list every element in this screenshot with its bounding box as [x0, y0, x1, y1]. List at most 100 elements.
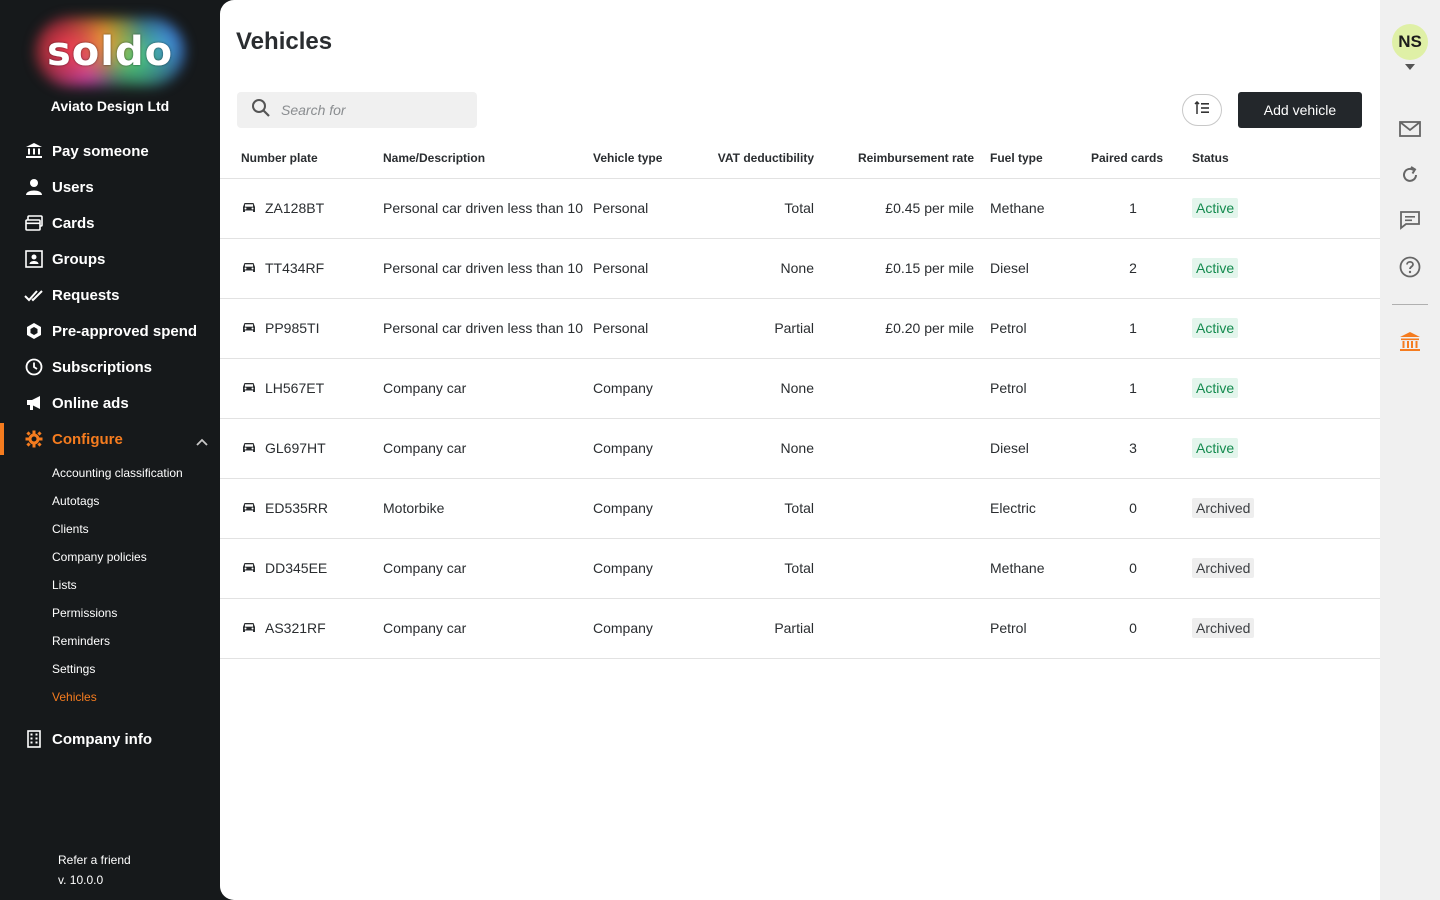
col-vat-deductibility[interactable]: VAT deductibility — [718, 151, 814, 165]
nav-item-configure[interactable]: Configure — [0, 421, 220, 457]
status-badge: Active — [1192, 258, 1239, 278]
sub-item-permissions[interactable]: Permissions — [0, 599, 220, 627]
groups-icon — [24, 249, 44, 269]
table-row[interactable]: DD345EE Company car Company Total Methane 0 Ar… — [220, 539, 1380, 599]
car-icon — [242, 261, 256, 277]
nav-item-groups[interactable]: Groups — [0, 241, 220, 277]
status-badge: Archived — [1192, 558, 1255, 578]
cell-name-description: Company car — [383, 620, 467, 636]
cell-paired-cards: 1 — [1129, 200, 1137, 216]
table-row[interactable]: ZA128BT Personal car driven less than 10 P… — [220, 179, 1380, 239]
car-icon — [242, 381, 256, 397]
nav-item-subscriptions[interactable]: Subscriptions — [0, 349, 220, 385]
status-badge: Active — [1192, 198, 1239, 218]
sub-item-settings[interactable]: Settings — [0, 655, 220, 683]
cell-vat-deductibility: Total — [784, 200, 814, 216]
cell-fuel-type: Methane — [990, 200, 1045, 216]
soldo-logo[interactable]: soldo — [0, 14, 220, 90]
nav-item-pay-someone[interactable]: Pay someone — [0, 133, 220, 169]
col-reimbursement-rate[interactable]: Reimbursement rate — [858, 151, 974, 165]
sub-item-accounting-classification[interactable]: Accounting classification — [0, 459, 220, 487]
search-input[interactable] — [281, 102, 471, 118]
nav-label: Online ads — [52, 394, 129, 412]
cell-paired-cards: 0 — [1129, 560, 1137, 576]
nav-item-requests[interactable]: Requests — [0, 277, 220, 313]
mail-icon[interactable] — [1398, 117, 1422, 141]
nav-label: Configure — [52, 430, 123, 448]
nav-label: Pre-approved spend — [52, 322, 198, 340]
cell-vehicle-type: Personal — [593, 260, 649, 276]
main-content: Vehicles Add vehicle Number plate Name/D… — [220, 0, 1380, 900]
chevron-up-icon[interactable] — [196, 433, 208, 450]
table-row[interactable]: LH567ET Company car Company None Petrol 1 Acti… — [220, 359, 1380, 419]
cell-paired-cards: 1 — [1129, 320, 1137, 336]
user-avatar[interactable]: NS — [1392, 24, 1428, 60]
status-badge: Active — [1192, 318, 1239, 338]
rail-divider — [1392, 304, 1428, 305]
cell-number-plate: DD345EE — [265, 560, 328, 576]
cell-fuel-type: Diesel — [990, 260, 1029, 276]
car-icon — [242, 441, 256, 457]
cell-vat-deductibility: None — [780, 380, 814, 396]
sub-item-lists[interactable]: Lists — [0, 571, 220, 599]
table-row[interactable]: TT434RF Personal car driven less than 10 P… — [220, 239, 1380, 299]
car-icon — [242, 561, 256, 577]
car-icon — [242, 201, 256, 217]
cell-vehicle-type: Personal — [593, 320, 649, 336]
sub-item-vehicles[interactable]: Vehicles — [0, 683, 220, 711]
cell-fuel-type: Methane — [990, 560, 1045, 576]
nav-label: Company info — [52, 730, 152, 748]
nav-label: Pay someone — [52, 142, 149, 160]
cell-name-description: Personal car driven less than 10 — [383, 200, 583, 216]
nav-label: Requests — [52, 286, 120, 304]
col-fuel-type[interactable]: Fuel type — [990, 151, 1043, 165]
table-row[interactable]: AS321RF Company car Company Partial Petrol 0 A… — [220, 599, 1380, 659]
nav-label: Groups — [52, 250, 106, 268]
table-row[interactable]: GL697HT Company car Company None Diesel 3 Acti… — [220, 419, 1380, 479]
cell-number-plate: LH567ET — [265, 380, 325, 396]
chat-icon[interactable] — [1398, 208, 1422, 232]
nav-item-online-ads[interactable]: Online ads — [0, 385, 220, 421]
cell-fuel-type: Petrol — [990, 320, 1027, 336]
cell-fuel-type: Diesel — [990, 440, 1029, 456]
refer-a-friend-link[interactable]: Refer a friend — [58, 850, 131, 870]
refresh-icon[interactable] — [1398, 163, 1422, 187]
bank-icon[interactable] — [1398, 330, 1422, 354]
bank-transfer-icon — [24, 141, 44, 161]
sort-button[interactable] — [1182, 94, 1222, 126]
cell-name-description: Company car — [383, 440, 467, 456]
table-row[interactable]: ED535RR Motorbike Company Total Electric 0 Arc… — [220, 479, 1380, 539]
col-vehicle-type[interactable]: Vehicle type — [593, 151, 662, 165]
table-row[interactable]: PP985TI Personal car driven less than 10 P… — [220, 299, 1380, 359]
status-badge: Archived — [1192, 618, 1255, 638]
building-icon — [24, 729, 44, 749]
table-header: Number plate Name/Description Vehicle ty… — [220, 140, 1380, 179]
cell-vat-deductibility: Partial — [774, 320, 814, 336]
search-box[interactable] — [237, 92, 477, 128]
nav-label: Users — [52, 178, 94, 196]
car-icon — [242, 621, 256, 637]
sub-item-clients[interactable]: Clients — [0, 515, 220, 543]
caret-down-icon[interactable] — [1405, 64, 1415, 70]
col-paired-cards[interactable]: Paired cards — [1091, 151, 1163, 165]
cell-number-plate: AS321RF — [265, 620, 326, 636]
gear-icon — [24, 429, 44, 449]
nav-item-users[interactable]: Users — [0, 169, 220, 205]
cell-vehicle-type: Company — [593, 500, 653, 516]
col-status[interactable]: Status — [1192, 151, 1229, 165]
add-vehicle-button[interactable]: Add vehicle — [1238, 92, 1362, 128]
col-name-description[interactable]: Name/Description — [383, 151, 485, 165]
cell-reimbursement-rate: £0.20 per mile — [885, 320, 974, 336]
help-icon[interactable] — [1398, 255, 1422, 279]
sub-item-autotags[interactable]: Autotags — [0, 487, 220, 515]
cell-vat-deductibility: Total — [784, 560, 814, 576]
cell-name-description: Company car — [383, 380, 467, 396]
sidebar: soldo Aviato Design Ltd Pay someone User… — [0, 0, 220, 900]
nav-item-pre-approved-spend[interactable]: Pre-approved spend — [0, 313, 220, 349]
col-number-plate[interactable]: Number plate — [241, 151, 318, 165]
nav-item-company-info[interactable]: Company info — [0, 721, 220, 757]
sub-item-reminders[interactable]: Reminders — [0, 627, 220, 655]
nav-item-cards[interactable]: Cards — [0, 205, 220, 241]
sub-item-company-policies[interactable]: Company policies — [0, 543, 220, 571]
cell-paired-cards: 3 — [1129, 440, 1137, 456]
